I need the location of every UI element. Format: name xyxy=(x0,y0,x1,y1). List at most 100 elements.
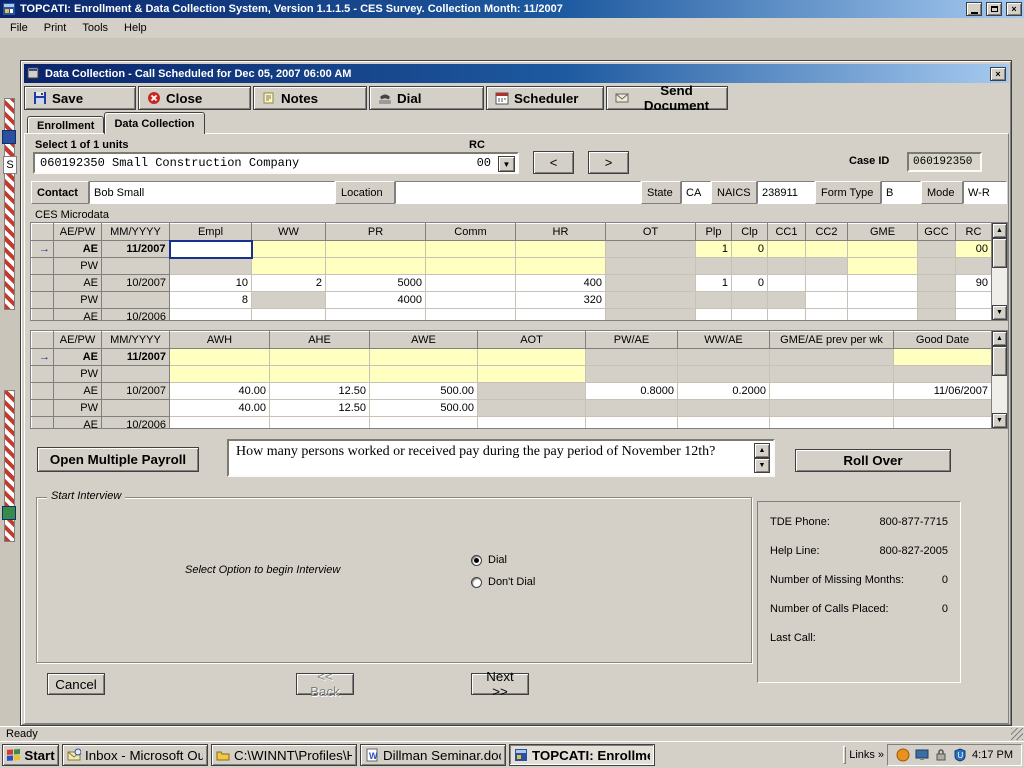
unit-combobox[interactable]: 060192350 Small Construction Company 00 … xyxy=(33,152,519,174)
grid-cell[interactable] xyxy=(956,258,992,275)
location-field[interactable] xyxy=(395,181,641,204)
grid-cell[interactable] xyxy=(586,417,678,429)
grid-cell[interactable] xyxy=(426,292,516,309)
grid-cell[interactable] xyxy=(848,241,918,258)
grid-cell[interactable] xyxy=(586,366,678,383)
radio-dont-dial-control[interactable] xyxy=(471,577,482,588)
radio-dont-dial[interactable]: Don't Dial xyxy=(471,576,535,588)
grid-cell[interactable] xyxy=(170,309,252,321)
scroll-thumb[interactable] xyxy=(992,238,1007,268)
menu-file[interactable]: File xyxy=(2,19,36,37)
question-box[interactable]: How many persons worked or received pay … xyxy=(227,439,775,477)
grid-cell[interactable] xyxy=(678,366,770,383)
grid-cell[interactable]: 11/06/2007 xyxy=(894,383,992,400)
next-button[interactable]: Next >> xyxy=(471,673,529,695)
grid-cell[interactable]: 12.50 xyxy=(270,383,370,400)
grid-cell[interactable] xyxy=(696,258,732,275)
scroll-thumb[interactable] xyxy=(992,346,1007,376)
grid-cell[interactable]: 0.2000 xyxy=(678,383,770,400)
scroll-down-button[interactable]: ▼ xyxy=(992,413,1007,428)
grid-cell[interactable]: 500.00 xyxy=(370,400,478,417)
scroll-up-button[interactable]: ▲ xyxy=(992,331,1007,346)
taskbar-item-word[interactable]: W Dillman Seminar.doc - Mic... xyxy=(360,744,506,766)
grid-cell[interactable] xyxy=(770,383,894,400)
grid-cell[interactable] xyxy=(426,309,516,321)
clock[interactable]: 4:17 PM xyxy=(972,749,1013,761)
open-multiple-payroll-button[interactable]: Open Multiple Payroll xyxy=(37,447,199,472)
menu-help[interactable]: Help xyxy=(116,19,155,37)
start-button[interactable]: Start xyxy=(2,744,59,766)
resize-grip[interactable] xyxy=(1011,728,1023,740)
previous-unit-button[interactable]: < xyxy=(533,151,574,174)
tray-icon-monitor[interactable] xyxy=(915,748,929,762)
grid-cell[interactable] xyxy=(478,417,586,429)
grid-cell[interactable] xyxy=(326,309,426,321)
grid-cell[interactable] xyxy=(478,349,586,366)
grid-cell[interactable] xyxy=(956,309,992,321)
grid-cell[interactable]: 40.00 xyxy=(170,383,270,400)
grid-cell[interactable] xyxy=(894,400,992,417)
grid-cell[interactable] xyxy=(170,349,270,366)
grid-cell[interactable] xyxy=(770,349,894,366)
question-scroll-up-button[interactable]: ▲ xyxy=(754,443,770,458)
grid-cell[interactable] xyxy=(696,309,732,321)
taskbar-item-outlook[interactable]: Inbox - Microsoft Outlook xyxy=(62,744,208,766)
grid-cell[interactable] xyxy=(586,349,678,366)
grid-cell[interactable] xyxy=(918,275,956,292)
grid-cell[interactable] xyxy=(768,258,806,275)
grid-cell[interactable] xyxy=(270,349,370,366)
grid-cell[interactable] xyxy=(770,366,894,383)
grid-cell[interactable]: 12.50 xyxy=(270,400,370,417)
grid-cell[interactable]: 5000 xyxy=(326,275,426,292)
grid-cell[interactable]: 8 xyxy=(170,292,252,309)
grid-cell[interactable] xyxy=(516,309,606,321)
contact-field[interactable]: Bob Small xyxy=(89,181,335,204)
grid-cell[interactable] xyxy=(606,309,696,321)
grid-cell[interactable] xyxy=(918,258,956,275)
send-document-button[interactable]: Send Document xyxy=(606,86,728,110)
grid-cell[interactable] xyxy=(848,258,918,275)
scroll-up-button[interactable]: ▲ xyxy=(992,223,1007,238)
grid-cell[interactable] xyxy=(770,400,894,417)
grid-cell[interactable] xyxy=(516,241,606,258)
taskbar-item-topcati[interactable]: TOPCATI: Enrollment ... xyxy=(509,744,655,766)
grid-cell[interactable] xyxy=(918,309,956,321)
grid-cell[interactable]: 00 xyxy=(956,241,992,258)
toolbar-handle[interactable] xyxy=(843,746,846,764)
grid-cell[interactable] xyxy=(426,258,516,275)
grid-cell[interactable] xyxy=(768,292,806,309)
next-unit-button[interactable]: > xyxy=(588,151,629,174)
grid-cell[interactable] xyxy=(478,400,586,417)
grid-cell[interactable] xyxy=(806,292,848,309)
grid-cell[interactable] xyxy=(170,366,270,383)
notes-button[interactable]: Notes xyxy=(253,86,367,110)
grid-cell[interactable]: 0.8000 xyxy=(586,383,678,400)
minimize-button[interactable] xyxy=(966,2,982,16)
grid-cell[interactable] xyxy=(956,292,992,309)
grid-cell[interactable] xyxy=(918,241,956,258)
tray-icon-shield[interactable]: U xyxy=(953,748,967,762)
grid-cell[interactable]: 500.00 xyxy=(370,383,478,400)
grid-cell[interactable] xyxy=(696,292,732,309)
tray-icon-orange[interactable] xyxy=(896,748,910,762)
grid-cell[interactable] xyxy=(270,417,370,429)
grid-cell[interactable] xyxy=(326,241,426,258)
grid-cell[interactable] xyxy=(252,241,326,258)
menu-tools[interactable]: Tools xyxy=(74,19,116,37)
grid-cell[interactable] xyxy=(170,258,252,275)
close-button[interactable]: × xyxy=(1006,2,1022,16)
roll-over-button[interactable]: Roll Over xyxy=(795,449,951,472)
grid-cell[interactable] xyxy=(478,366,586,383)
grid-cell[interactable]: 1 xyxy=(696,275,732,292)
grid-cell[interactable] xyxy=(678,417,770,429)
restore-button[interactable] xyxy=(986,2,1002,16)
taskbar-item-folder[interactable]: C:\WINNT\Profiles\Harre... xyxy=(211,744,357,766)
background-window-icon[interactable] xyxy=(2,130,16,144)
grid-cell[interactable] xyxy=(252,258,326,275)
question-scroll-down-button[interactable]: ▼ xyxy=(754,458,770,473)
radio-dial-control[interactable] xyxy=(471,555,482,566)
grid-cell[interactable] xyxy=(678,400,770,417)
grid-cell[interactable] xyxy=(326,258,426,275)
save-button[interactable]: Save xyxy=(24,86,136,110)
grid-cell[interactable] xyxy=(370,417,478,429)
